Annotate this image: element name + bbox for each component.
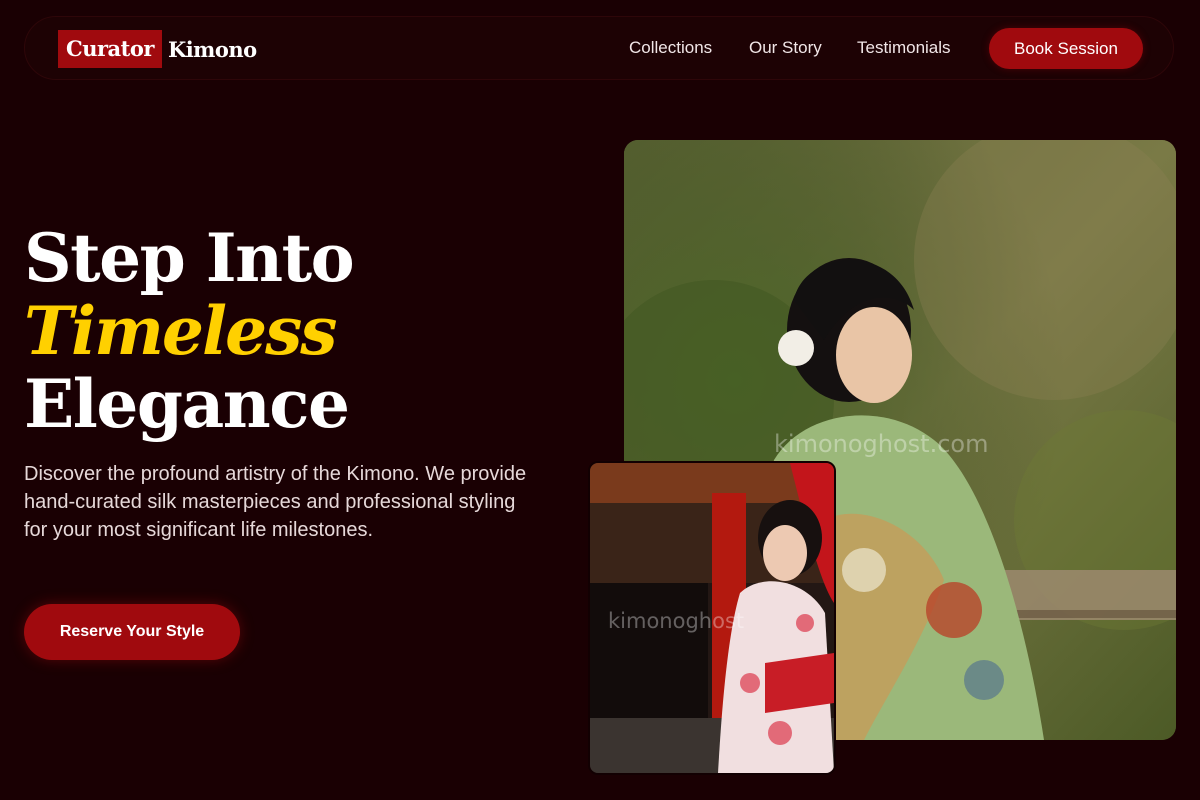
watermark-large: kimonoghost.com xyxy=(774,430,989,458)
logo-highlight: Curator xyxy=(58,30,162,68)
logo-word: Kimono xyxy=(167,36,257,62)
nav-link-our-story[interactable]: Our Story xyxy=(749,38,822,58)
reserve-your-style-button[interactable]: Reserve Your Style xyxy=(24,604,240,660)
hero-title-line-1: Step Into xyxy=(24,219,355,297)
nav-link-testimonials[interactable]: Testimonials xyxy=(857,38,951,58)
top-navigation-bar: Curator Kimono Collections Our Story Tes… xyxy=(24,16,1174,80)
book-session-button[interactable]: Book Session xyxy=(989,28,1143,69)
hero-description: Discover the profound artistry of the Ki… xyxy=(24,463,527,541)
hero-title-line-3: Elegance xyxy=(24,365,350,443)
watermark-small: kimonoghost xyxy=(608,609,745,633)
hero-photo-kimono-temple: kimonoghost xyxy=(588,461,836,775)
brand-logo[interactable]: Curator Kimono xyxy=(58,29,257,69)
hero-title-accent: Timeless xyxy=(24,292,337,370)
nav-link-collections[interactable]: Collections xyxy=(629,38,712,58)
hero-title: Step Into Timeless Elegance xyxy=(24,219,355,443)
